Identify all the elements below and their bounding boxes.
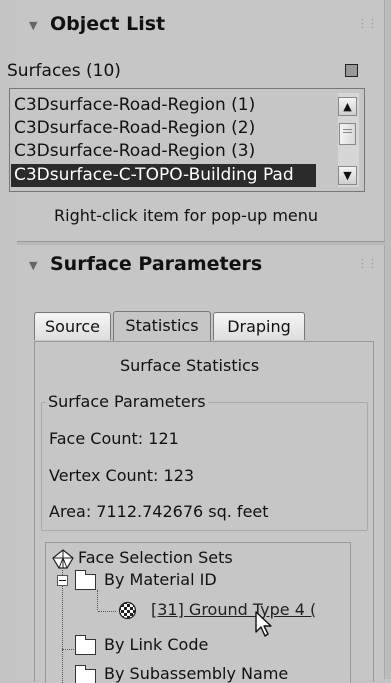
collapse-triangle-icon[interactable]: ▼ [29,259,37,272]
grip-dots-icon[interactable]: ⋮⋮ [357,17,378,30]
tab-statistics[interactable]: Statistics [113,311,211,341]
area-text: Area: 7112.742676 sq. feet [49,502,269,521]
tree-item-by-link-code[interactable]: By Link Code [104,635,208,654]
surface-parameters-title: Surface Parameters [50,253,263,275]
object-list-title: Object List [50,13,166,35]
tab-source[interactable]: Source [34,312,111,340]
tree-root-label[interactable]: Face Selection Sets [78,548,233,567]
grip-dots-icon[interactable]: ⋮⋮ [357,257,378,270]
surface-statistics-heading: Surface Statistics [120,356,260,375]
statistics-tab-panel: Surface Statistics Surface Parameters Fa… [34,341,374,683]
tab-draping[interactable]: Draping [213,312,305,340]
surfaces-count-label: Surfaces (10) [7,61,121,81]
face-count-text: Face Count: 121 [49,429,179,448]
checker-sphere-icon [118,601,137,620]
object-list-header[interactable]: ▼ Object List ⋮⋮ [17,0,384,50]
tab-strip: Source Statistics Draping [34,311,364,342]
pyramid-icon [52,549,74,569]
scroll-up-button[interactable]: ▲ [338,97,357,116]
surfaces-listbox[interactable]: C3Dsurface-Road-Region (1) C3Dsurface-Ro… [9,88,365,192]
surface-list-item-selected[interactable]: C3Dsurface-C-TOPO-Building Pad [11,164,316,187]
right-edge-strip [385,0,391,679]
vertex-count-text: Vertex Count: 123 [49,466,195,485]
group-label: Surface Parameters [46,392,208,411]
object-list-rollout: ▼ Object List ⋮⋮ Surfaces (10) C3Dsurfac… [7,0,385,241]
surface-list-item[interactable]: C3Dsurface-Road-Region (3) [14,140,255,163]
folder-icon [74,665,96,683]
popup-hint-text: Right-click item for pop-up menu [54,206,319,225]
scroll-thumb[interactable] [339,123,356,145]
tree-item-by-material-id[interactable]: By Material ID [104,570,217,589]
surface-parameters-header[interactable]: ▼ Surface Parameters ⋮⋮ [17,245,384,285]
collapse-triangle-icon[interactable]: ▼ [29,19,37,32]
tree-item-by-subassembly-name[interactable]: By Subassembly Name [104,664,288,683]
face-selection-tree[interactable]: Face Selection Sets By Material ID [31] … [45,542,351,683]
expand-collapse-toggle[interactable] [57,575,68,586]
mouse-pointer-icon [255,611,272,637]
folder-icon [74,570,96,590]
surface-parameters-group: Surface Parameters Face Count: 121 Verte… [41,392,368,531]
tree-item-material-ground-type[interactable]: [31] Ground Type 4 ( [151,600,316,619]
list-scrollbar[interactable]: ▲ ▼ [338,93,359,187]
surfaces-options-square-icon[interactable] [345,64,358,77]
surface-parameters-rollout: ▼ Surface Parameters ⋮⋮ Source Statistic… [17,245,385,683]
folder-icon [74,635,96,655]
surface-list-item[interactable]: C3Dsurface-Road-Region (2) [14,117,255,140]
scroll-down-button[interactable]: ▼ [338,166,357,185]
surface-list-item[interactable]: C3Dsurface-Road-Region (1) [14,94,255,117]
